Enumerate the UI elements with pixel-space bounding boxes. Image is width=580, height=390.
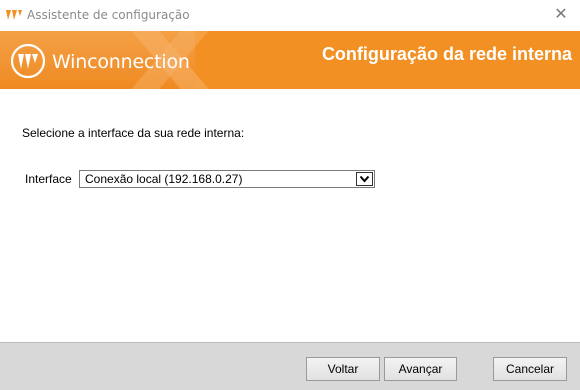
- back-button[interactable]: Voltar: [306, 357, 380, 381]
- chevron-down-icon: [359, 175, 370, 183]
- window-title: Assistente de configuração: [27, 8, 190, 22]
- interface-selected-value: Conexão local (192.168.0.27): [85, 172, 243, 186]
- instruction-text: Selecione a interface da sua rede intern…: [22, 126, 245, 140]
- close-icon: ✕: [554, 6, 568, 23]
- header-banner: Winconnection Configuração da rede inter…: [0, 31, 580, 89]
- brand-name: Winconnection: [52, 51, 190, 73]
- footer-bar: Voltar Avançar Cancelar: [0, 342, 580, 390]
- cancel-button[interactable]: Cancelar: [493, 357, 567, 381]
- close-button[interactable]: ✕: [550, 4, 572, 26]
- interface-select[interactable]: Conexão local (192.168.0.27): [79, 170, 375, 188]
- dropdown-button[interactable]: [356, 172, 373, 186]
- winconnection-logo-icon: [10, 43, 46, 79]
- next-button[interactable]: Avançar: [384, 357, 457, 381]
- app-icon: [6, 10, 22, 20]
- title-bar: Assistente de configuração ✕: [0, 0, 580, 31]
- interface-label: Interface: [25, 172, 72, 186]
- page-title: Configuração da rede interna: [321, 44, 572, 64]
